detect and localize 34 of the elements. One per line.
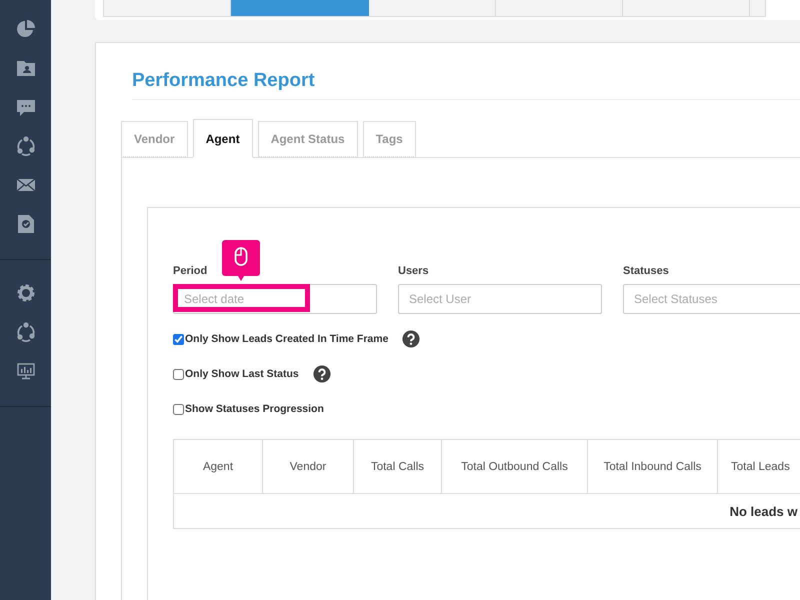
field-label: Period xyxy=(173,265,208,277)
document-check-icon[interactable] xyxy=(16,214,36,234)
chat-icon[interactable] xyxy=(16,97,36,117)
field-label: Users xyxy=(398,265,430,277)
option-checkbox[interactable] xyxy=(173,404,184,414)
column-header: Total Inbound Calls xyxy=(588,440,718,494)
option-checkbox[interactable] xyxy=(173,334,184,344)
column-header: Vendor xyxy=(262,440,354,494)
empty-message: No leads w xyxy=(730,504,798,518)
report-tab[interactable]: Agent Status xyxy=(258,121,358,157)
network-icon[interactable] xyxy=(16,136,36,156)
settings-icon[interactable] xyxy=(16,283,36,303)
pie-chart-icon[interactable] xyxy=(16,19,36,39)
network-icon[interactable] xyxy=(16,322,36,342)
help-icon[interactable] xyxy=(312,365,331,383)
report-tab[interactable]: Agent xyxy=(192,119,253,158)
select-field[interactable]: Select User xyxy=(398,284,602,314)
monitor-chart-icon[interactable] xyxy=(16,361,36,381)
folder-icon[interactable] xyxy=(16,58,36,78)
field-label: Statuses xyxy=(623,265,670,277)
column-header: Agent xyxy=(174,440,262,494)
mouse-click-marker-icon xyxy=(222,240,260,282)
option-label: Only Show Leads Created In Time Frame xyxy=(185,333,388,345)
page-title: Performance Report xyxy=(131,69,316,93)
select-field[interactable]: Select Statuses xyxy=(623,284,800,314)
option-label: Only Show Last Status xyxy=(185,368,299,380)
column-header: Total Calls xyxy=(354,440,442,494)
column-header: Total Outbound Calls xyxy=(442,440,588,494)
report-tab[interactable]: Vendor xyxy=(121,121,188,157)
help-icon[interactable] xyxy=(402,330,420,348)
report-tab[interactable]: Tags xyxy=(362,121,416,157)
option-checkbox[interactable] xyxy=(173,368,184,380)
column-header: Total Leads xyxy=(718,440,800,494)
option-label: Show Statuses Progression xyxy=(185,403,324,415)
